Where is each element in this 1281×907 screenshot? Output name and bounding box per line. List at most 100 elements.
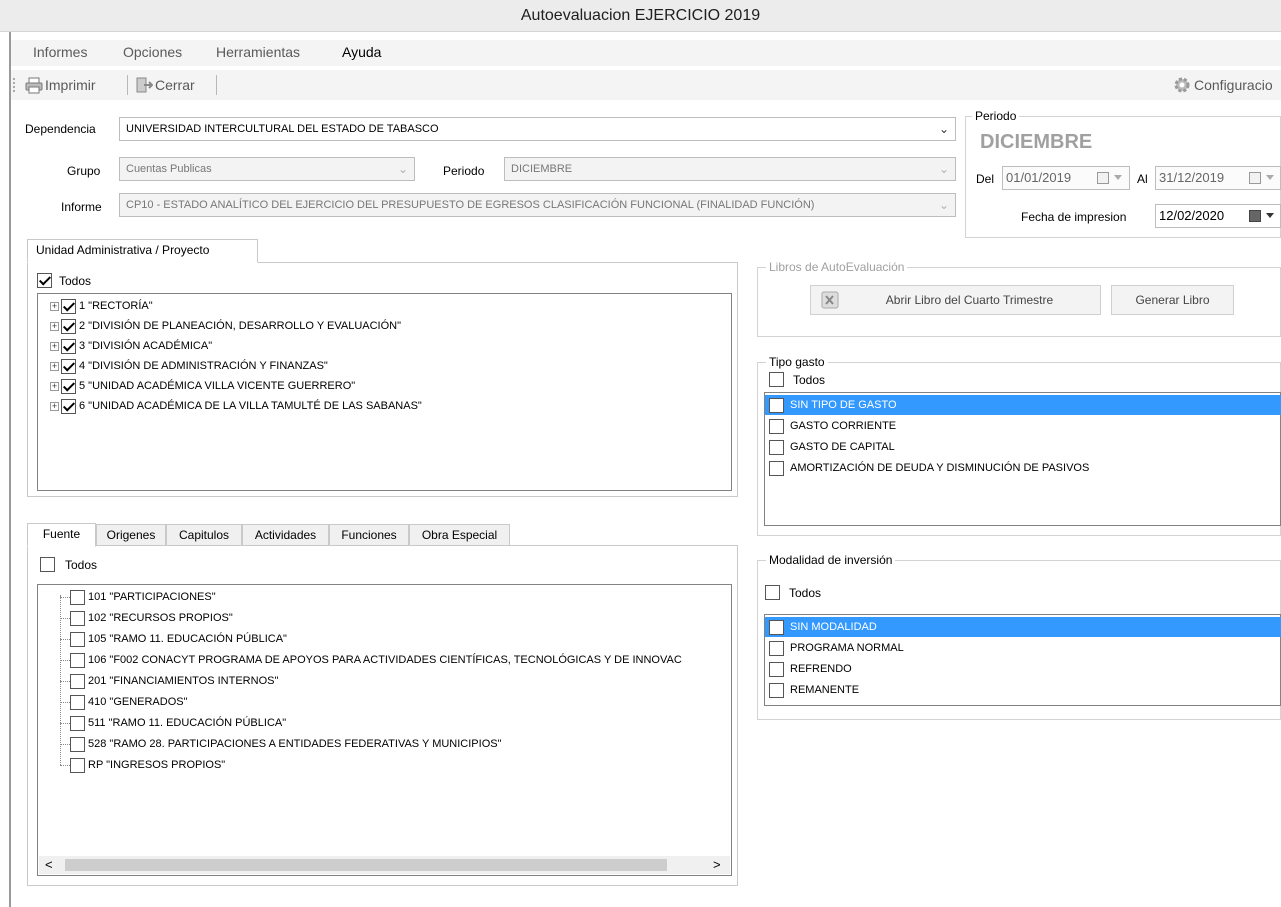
informe-select[interactable]: CP10 - ESTADO ANALÍTICO DEL EJERCICIO DE… (119, 193, 956, 217)
tree-item-label: 4 "DIVISIÓN DE ADMINISTRACIÓN Y FINANZAS… (79, 360, 328, 372)
tab-origenes[interactable]: Origenes (96, 524, 166, 546)
tipo-gasto-todos-label: Todos (793, 372, 826, 387)
tree-item[interactable]: RP "INGRESOS PROPIOS" (60, 755, 225, 775)
excel-icon (821, 291, 839, 309)
tab-unidad[interactable]: Unidad Administrativa / Proyecto (27, 239, 258, 263)
checkbox-unchecked[interactable] (769, 460, 784, 476)
checkbox-checked[interactable] (61, 298, 76, 314)
al-date-picker[interactable]: 31/12/2019 (1155, 166, 1281, 190)
config-label: Configuracio (1194, 77, 1273, 93)
tree-item[interactable]: 101 "PARTICIPACIONES" (60, 587, 216, 607)
list-item[interactable]: SIN TIPO DE GASTO (765, 395, 1281, 415)
tab-actividades[interactable]: Actividades (242, 524, 329, 546)
tree-item[interactable]: + 2 "DIVISIÓN DE PLANEACIÓN, DESARROLLO … (50, 316, 401, 336)
checkbox-unchecked[interactable] (70, 715, 85, 731)
checkbox-checked[interactable] (61, 378, 76, 394)
chevron-down-icon: ⌄ (938, 162, 949, 176)
expand-icon: + (50, 300, 59, 311)
dependencia-select[interactable]: UNIVERSIDAD INTERCULTURAL DEL ESTADO DE … (119, 117, 956, 141)
generate-book-button[interactable]: Generar Libro (1111, 285, 1234, 315)
modalidad-title: Modalidad de inversión (766, 553, 896, 567)
modalidad-todos-checkbox[interactable]: Todos (765, 585, 821, 600)
checkbox-unchecked[interactable] (70, 610, 85, 626)
list-item[interactable]: GASTO CORRIENTE (765, 416, 896, 436)
tipo-gasto-todos-checkbox[interactable]: Todos (769, 372, 825, 387)
tab-fuente[interactable]: Fuente (27, 523, 96, 547)
tree-item[interactable]: 102 "RECURSOS PROPIOS" (60, 608, 233, 628)
menu-ayuda[interactable]: Ayuda (342, 44, 381, 60)
del-date-picker[interactable]: 01/01/2019 (1002, 166, 1130, 190)
list-item[interactable]: SIN MODALIDAD (765, 617, 1281, 637)
tree-item[interactable]: + 6 "UNIDAD ACADÉMICA DE LA VILLA TAMULT… (50, 396, 422, 416)
checkbox-unchecked[interactable] (70, 589, 85, 605)
dependencia-label: Dependencia (25, 122, 96, 136)
list-item-label: GASTO CORRIENTE (790, 420, 897, 432)
checkbox-checked[interactable] (61, 318, 76, 334)
unidad-todos-checkbox[interactable]: Todos (37, 273, 91, 288)
checkbox-unchecked (769, 372, 784, 387)
periodo-select[interactable]: DICIEMBRE ⌄ (504, 157, 956, 181)
fuente-todos-checkbox[interactable]: Todos (40, 557, 97, 572)
menu-herramientas[interactable]: Herramientas (216, 44, 300, 60)
config-button[interactable]: Configuracio (1173, 74, 1273, 96)
periodo-month: DICIEMBRE (980, 131, 1093, 153)
checkbox-unchecked[interactable] (769, 397, 784, 413)
tree-item[interactable]: 528 "RAMO 28. PARTICIPACIONES A ENTIDADE… (60, 734, 502, 754)
tree-item-label: 6 "UNIDAD ACADÉMICA DE LA VILLA TAMULTÉ … (79, 400, 422, 412)
tree-item[interactable]: + 1 "RECTORÍA" (50, 296, 153, 316)
checkbox-unchecked[interactable] (70, 673, 85, 689)
list-item[interactable]: AMORTIZACIÓN DE DEUDA Y DISMINUCIÓN DE P… (765, 458, 1089, 478)
tree-item[interactable]: 106 "F002 CONACYT PROGRAMA DE APOYOS PAR… (60, 650, 682, 670)
menu-opciones[interactable]: Opciones (123, 44, 182, 60)
menu-bar: Informes Opciones Herramientas Ayuda (11, 40, 1281, 66)
tree-item[interactable]: + 4 "DIVISIÓN DE ADMINISTRACIÓN Y FINANZ… (50, 356, 328, 376)
tree-item[interactable]: 201 "FINANCIAMIENTOS INTERNOS" (60, 671, 278, 691)
toolbar-grip (13, 78, 15, 92)
list-item[interactable]: REFRENDO (765, 659, 852, 679)
print-date-picker[interactable]: 12/02/2020 (1155, 204, 1281, 228)
list-item-label: GASTO DE CAPITAL (790, 441, 895, 453)
checkbox-unchecked[interactable] (769, 682, 784, 698)
window-title: Autoevaluacion EJERCICIO 2019 (0, 0, 1281, 32)
list-item[interactable]: GASTO DE CAPITAL (765, 437, 895, 457)
scroll-left-arrow[interactable]: < (45, 857, 53, 872)
tab-funciones[interactable]: Funciones (329, 524, 409, 546)
list-item-label: REFRENDO (790, 663, 852, 675)
grupo-select[interactable]: Cuentas Publicas ⌄ (119, 157, 415, 181)
checkbox-checked[interactable] (61, 358, 76, 374)
scrollbar-thumb[interactable] (65, 859, 667, 871)
checkbox-unchecked[interactable] (769, 418, 784, 434)
tree-item[interactable]: 105 "RAMO 11. EDUCACIÓN PÚBLICA" (60, 629, 287, 649)
checkbox-checked[interactable] (61, 398, 76, 414)
checkbox-unchecked[interactable] (769, 661, 784, 677)
checkbox-unchecked[interactable] (70, 652, 85, 668)
tree-item[interactable]: + 3 "DIVISIÓN ACADÉMICA" (50, 336, 212, 356)
expand-icon: + (50, 380, 59, 391)
print-button[interactable]: Imprimir (25, 74, 96, 96)
checkbox-unchecked[interactable] (70, 631, 85, 647)
tree-item-label: 2 "DIVISIÓN DE PLANEACIÓN, DESARROLLO Y … (79, 320, 402, 332)
tree-item[interactable]: 410 "GENERADOS" (60, 692, 188, 712)
list-item[interactable]: REMANENTE (765, 680, 859, 700)
checkbox-unchecked[interactable] (769, 619, 784, 635)
scroll-right-arrow[interactable]: > (713, 857, 721, 872)
checkbox-unchecked[interactable] (70, 694, 85, 710)
periodo-value: DICIEMBRE (511, 163, 573, 175)
list-item-label: SIN TIPO DE GASTO (790, 399, 897, 411)
close-button[interactable]: Cerrar (135, 74, 195, 96)
open-book-button[interactable]: Abrir Libro del Cuarto Trimestre (810, 285, 1101, 315)
tab-capitulos[interactable]: Capitulos (166, 524, 242, 546)
menu-informes[interactable]: Informes (33, 44, 87, 60)
tab-obra-especial[interactable]: Obra Especial (409, 524, 510, 546)
tree-item[interactable]: 511 "RAMO 11. EDUCACIÓN PÚBLICA" (60, 713, 286, 733)
checkbox-unchecked[interactable] (70, 736, 85, 752)
list-item[interactable]: PROGRAMA NORMAL (765, 638, 904, 658)
tree-item[interactable]: + 5 "UNIDAD ACADÉMICA VILLA VICENTE GUER… (50, 376, 355, 396)
checkbox-unchecked[interactable] (769, 640, 784, 656)
fuente-tree: 101 "PARTICIPACIONES" 102 "RECURSOS PROP… (37, 584, 732, 876)
checkbox-unchecked[interactable] (769, 439, 784, 455)
tree-item-label: 511 "RAMO 11. EDUCACIÓN PÚBLICA" (88, 717, 287, 729)
checkbox-unchecked[interactable] (70, 757, 85, 773)
checkbox-checked[interactable] (61, 338, 76, 354)
horizontal-scrollbar[interactable]: < > (39, 856, 730, 874)
